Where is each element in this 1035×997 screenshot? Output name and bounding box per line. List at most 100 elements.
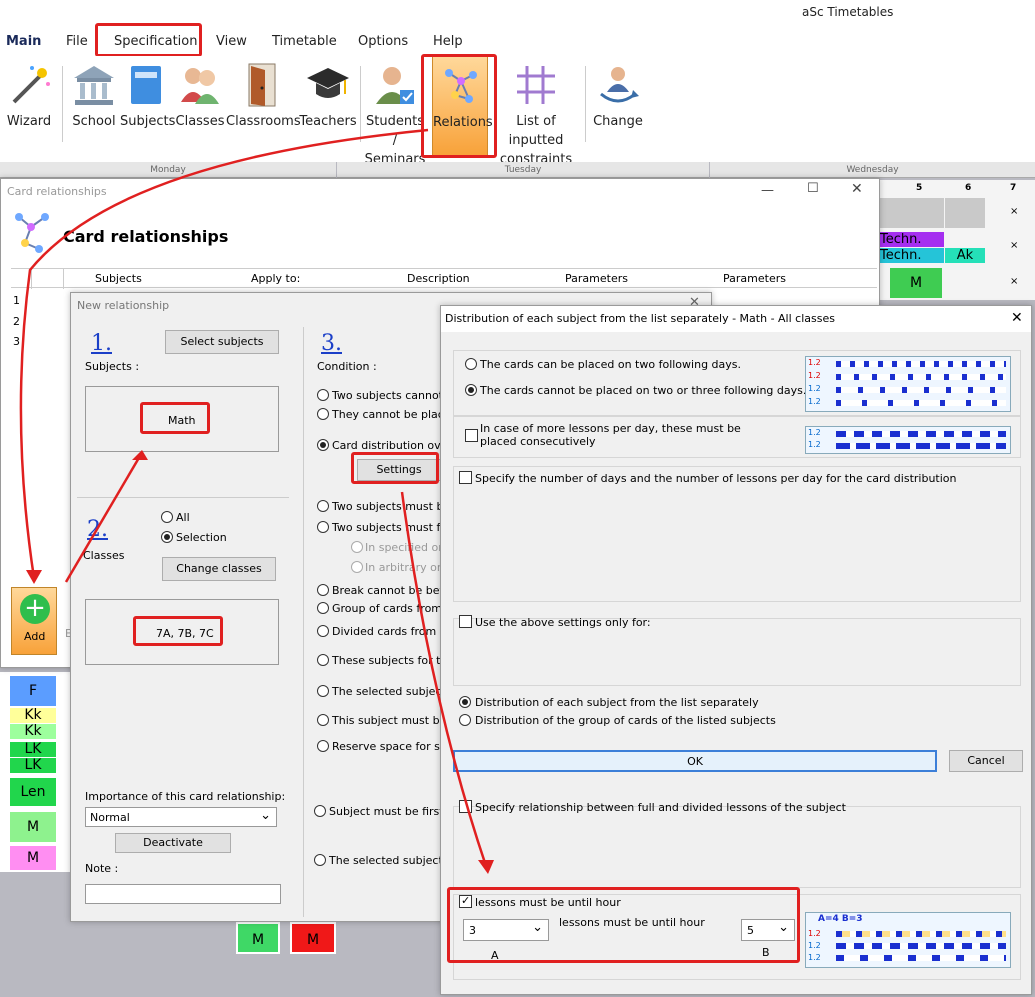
empty-slot <box>880 198 944 228</box>
lesson-card[interactable]: M <box>890 268 942 298</box>
note-input[interactable] <box>85 884 281 904</box>
use-only-label: Use the above settings only for: <box>475 616 651 629</box>
change-classes-button[interactable]: Change classes <box>162 557 276 581</box>
row-close-icon[interactable]: × <box>1010 206 1018 217</box>
highlight-until-hour <box>447 887 800 963</box>
lesson-card[interactable]: M <box>10 846 56 870</box>
divider <box>77 497 289 498</box>
period-header: 7 <box>1010 183 1017 193</box>
lesson-card[interactable]: M <box>236 922 280 954</box>
table-row[interactable]: 2 <box>13 315 20 328</box>
condition-radio[interactable] <box>317 740 329 752</box>
menu-view[interactable]: View <box>216 34 247 49</box>
radio-all[interactable] <box>161 511 173 523</box>
card-rel-title: Card relationships <box>7 185 107 198</box>
preview-legend: A=4 B=3 <box>818 914 863 924</box>
lesson-card[interactable]: Techn. <box>880 248 944 263</box>
condition-label-item: Reserve space for sele <box>332 740 457 753</box>
cancel-button[interactable]: Cancel <box>949 750 1023 772</box>
condition-radio[interactable] <box>317 500 329 512</box>
subjects-button[interactable]: Subjects <box>120 56 176 156</box>
importance-label: Importance of this card relationship: <box>85 790 286 803</box>
specify-days-label: Specify the number of days and the numbe… <box>475 472 957 485</box>
step-1-label: 1. <box>91 331 112 356</box>
ribbon-separator <box>360 66 361 142</box>
radio-group-cards[interactable] <box>459 714 471 726</box>
classes-button[interactable]: Classes <box>174 56 226 156</box>
col-description[interactable]: Description <box>407 272 470 285</box>
day-header-tuesday: Tuesday <box>337 162 709 178</box>
school-button[interactable]: School <box>68 56 120 156</box>
menu-timetable[interactable]: Timetable <box>272 34 337 49</box>
radio-selection[interactable] <box>161 531 173 543</box>
lesson-card[interactable]: LK <box>10 758 56 773</box>
maximize-icon[interactable]: ☐ <box>807 181 819 196</box>
close-icon[interactable]: ✕ <box>1011 310 1023 326</box>
period-header: 5 <box>916 183 923 193</box>
subjects-label: Subjects <box>120 114 176 129</box>
classrooms-button[interactable]: Classrooms <box>226 56 301 156</box>
menu-main[interactable]: Main <box>6 34 41 49</box>
lesson-card[interactable]: Techn. <box>880 232 944 247</box>
lesson-card[interactable]: Len <box>10 778 56 806</box>
teachers-button[interactable]: Teachers <box>298 56 358 156</box>
ribbon-separator <box>585 66 586 142</box>
table-row[interactable]: 1 <box>13 294 20 307</box>
wizard-button[interactable]: Wizard <box>0 56 58 156</box>
select-subjects-button[interactable]: Select subjects <box>165 330 279 354</box>
col-parameters[interactable]: Parameters <box>565 272 628 285</box>
deactivate-button[interactable]: Deactivate <box>115 833 231 853</box>
condition-radio[interactable] <box>317 584 329 596</box>
radio-each-subject[interactable] <box>459 696 471 708</box>
lesson-card[interactable]: Ak <box>945 248 985 263</box>
radio-two-following-days[interactable] <box>465 358 477 370</box>
lesson-card[interactable]: LK <box>10 742 56 757</box>
ribbon-toolbar: Wizard School Subjects Classes Classroom… <box>0 56 1035 167</box>
step-3-label: 3. <box>321 331 342 356</box>
condition-radio[interactable] <box>317 408 329 420</box>
lesson-card[interactable]: M <box>290 922 336 954</box>
lesson-card[interactable]: F <box>10 676 56 706</box>
day-header-wednesday: Wednesday <box>710 162 1035 178</box>
consecutive-checkbox[interactable] <box>465 429 478 442</box>
condition-radio[interactable] <box>314 854 326 866</box>
condition-radio[interactable] <box>317 685 329 697</box>
step-2-label: 2. <box>87 517 108 542</box>
minimize-icon[interactable]: — <box>761 183 774 198</box>
menu-options[interactable]: Options <box>358 34 408 49</box>
row-close-icon[interactable]: × <box>1010 276 1018 287</box>
menu-file[interactable]: File <box>66 34 88 49</box>
highlight-relations <box>421 54 497 158</box>
ok-button[interactable]: OK <box>453 750 937 772</box>
close-icon[interactable]: ✕ <box>851 181 863 197</box>
importance-select[interactable]: Normal <box>85 807 277 827</box>
add-button[interactable]: + Add <box>11 587 57 655</box>
students-seminars-button[interactable]: Students / Seminars <box>364 56 426 167</box>
condition-radio[interactable] <box>314 805 326 817</box>
table-row[interactable]: 3 <box>13 335 20 348</box>
highlight-classes <box>133 616 223 646</box>
col-apply-to[interactable]: Apply to: <box>251 272 300 285</box>
radio-cannot-following-days[interactable] <box>465 384 477 396</box>
use-only-checkbox[interactable] <box>459 615 472 628</box>
row-close-icon[interactable]: × <box>1010 240 1018 251</box>
condition-radio[interactable] <box>317 389 329 401</box>
lesson-card[interactable]: M <box>10 812 56 842</box>
full-divided-checkbox[interactable] <box>459 800 472 813</box>
condition-radio[interactable] <box>317 521 329 533</box>
condition-subradio[interactable] <box>351 561 363 573</box>
lesson-card[interactable]: Kk <box>10 724 56 739</box>
col-parameters-2[interactable]: Parameters <box>723 272 786 285</box>
condition-radio[interactable] <box>317 625 329 637</box>
specify-days-checkbox[interactable] <box>459 471 472 484</box>
condition-subradio[interactable] <box>351 541 363 553</box>
change-button[interactable]: Change <box>590 56 646 156</box>
list-constraints-button[interactable]: List of inputted constraints <box>490 56 582 167</box>
condition-radio[interactable] <box>317 602 329 614</box>
lesson-card[interactable]: Kk <box>10 708 56 723</box>
col-subjects[interactable]: Subjects <box>95 272 142 285</box>
condition-radio[interactable] <box>317 714 329 726</box>
menu-help[interactable]: Help <box>433 34 463 49</box>
condition-radio[interactable] <box>317 439 329 451</box>
condition-radio[interactable] <box>317 654 329 666</box>
